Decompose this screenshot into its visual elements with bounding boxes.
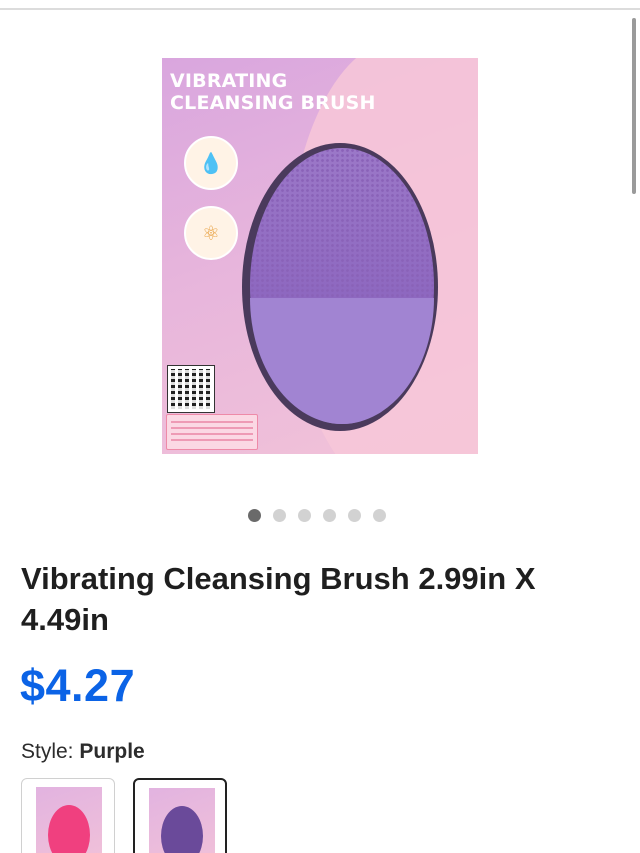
variant-swatch-purple[interactable] xyxy=(133,778,227,853)
style-selector-label: Style: Purple xyxy=(21,740,145,764)
style-value: Purple xyxy=(79,740,145,763)
brush-illustration xyxy=(242,143,438,431)
style-label: Style: xyxy=(21,740,74,763)
product-price: $4.27 xyxy=(20,660,136,711)
carousel-dot-2[interactable] xyxy=(273,508,286,522)
scrollbar[interactable] xyxy=(632,18,636,194)
product-title: Vibrating Cleansing Brush 2.99in X 4.49i… xyxy=(21,561,536,637)
carousel-dot-4[interactable] xyxy=(323,508,336,522)
qr-code-icon xyxy=(167,365,215,413)
carousel-dot-1[interactable] xyxy=(248,508,261,522)
carousel-dots xyxy=(248,508,386,522)
swatch-brush xyxy=(48,805,90,853)
top-divider xyxy=(0,8,640,10)
carousel-dot-5[interactable] xyxy=(348,508,361,522)
variant-swatch-pink[interactable] xyxy=(21,778,115,853)
carousel-dot-3[interactable] xyxy=(298,508,311,522)
swatch-brush xyxy=(161,806,203,853)
carousel-dot-6[interactable] xyxy=(373,508,386,522)
product-page: VIBRATING CLEANSING BRUSH 💧 ⚛ Vibrating … xyxy=(0,0,640,853)
swatch-thumbnail xyxy=(149,788,215,853)
swatch-thumbnail xyxy=(36,787,102,853)
product-image[interactable]: VIBRATING CLEANSING BRUSH 💧 ⚛ xyxy=(162,58,478,454)
droplet-icon: 💧 xyxy=(184,136,238,190)
face-massage-icon: ⚛ xyxy=(184,206,238,260)
package-title: VIBRATING CLEANSING BRUSH xyxy=(170,70,376,114)
package-info-label xyxy=(166,414,258,450)
